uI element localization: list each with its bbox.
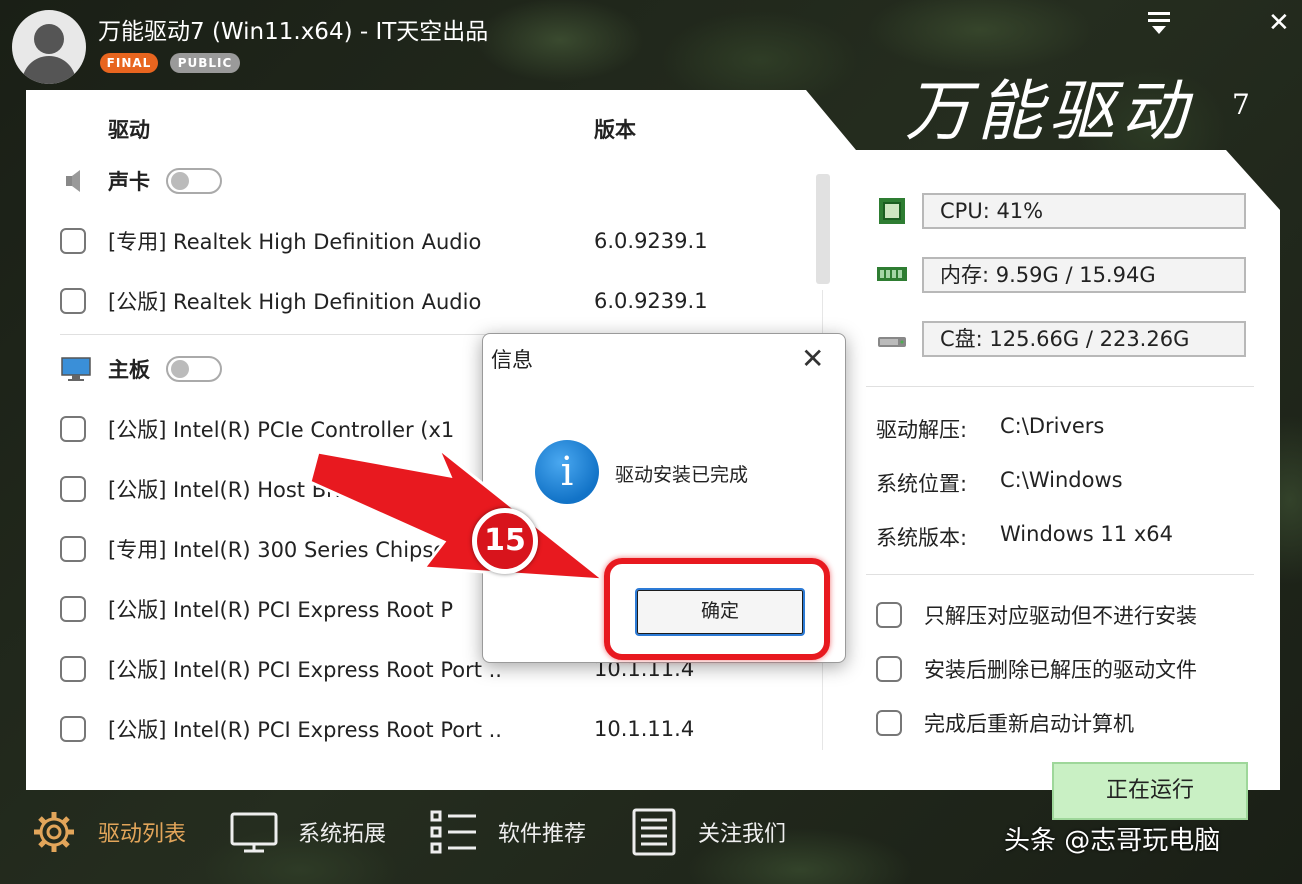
driver-list-scrollbar[interactable]: [816, 174, 830, 284]
public-badge: PUBLIC: [170, 53, 240, 73]
driver-checkbox[interactable]: [60, 536, 86, 562]
section-label: 主板: [108, 358, 150, 382]
nav-label: 驱动列表: [98, 822, 187, 847]
driver-checkbox[interactable]: [60, 716, 86, 742]
user-avatar[interactable]: [12, 10, 86, 84]
extract-path-label: 驱动解压:: [876, 418, 968, 442]
sound-card-toggle[interactable]: [166, 168, 222, 194]
nav-label: 软件推荐: [498, 822, 587, 847]
annotation-highlight-box: [604, 558, 830, 660]
info-divider: [866, 386, 1254, 387]
section-motherboard: 主板: [60, 354, 222, 384]
system-version-value: Windows 11 x64: [1000, 522, 1173, 546]
nav-system-extend[interactable]: 系统拓展: [230, 806, 386, 858]
nav-label: 关注我们: [698, 822, 787, 847]
section-label: 声卡: [108, 170, 150, 194]
option-checkbox[interactable]: [876, 710, 902, 736]
system-location-value: C:\Windows: [1000, 468, 1123, 492]
section-sound-card: 声卡: [60, 166, 222, 196]
final-badge: FINAL: [100, 53, 158, 73]
driver-version: 6.0.9239.1: [594, 289, 708, 313]
motherboard-toggle[interactable]: [166, 356, 222, 382]
memory-icon: [876, 262, 908, 290]
memory-usage: 内存: 9.59G / 15.94G: [922, 257, 1246, 293]
option-delete-after-install[interactable]: 安装后删除已解压的驱动文件: [876, 654, 1197, 684]
disk-usage: C盘: 125.66G / 223.26G: [922, 321, 1246, 357]
nav-label: 系统拓展: [298, 822, 387, 847]
column-header-version: 版本: [594, 118, 636, 142]
extract-path-value[interactable]: C:\Drivers: [1000, 414, 1104, 438]
dialog-close-icon[interactable]: ✕: [801, 342, 824, 375]
driver-name: [专用] Realtek High Definition Audio: [108, 230, 482, 254]
option-restart-after[interactable]: 完成后重新启动计算机: [876, 708, 1134, 738]
app-logo: 万能驱动: [905, 73, 1193, 150]
nav-software-recommend[interactable]: 软件推荐: [430, 806, 586, 858]
menu-icon[interactable]: [1148, 12, 1170, 38]
driver-checkbox[interactable]: [60, 596, 86, 622]
monitor-icon: [230, 808, 278, 856]
dialog-title: 信息: [491, 348, 533, 372]
driver-checkbox[interactable]: [60, 656, 86, 682]
watermark: 头条 @志哥玩电脑: [1004, 826, 1221, 856]
driver-name: [公版] Realtek High Definition Audio: [108, 290, 482, 314]
monitor-icon: [60, 356, 94, 382]
option-label: 只解压对应驱动但不进行安装: [924, 604, 1197, 628]
driver-row[interactable]: [公版] Realtek High Definition Audio 6.0.9…: [60, 286, 708, 316]
disk-icon: [876, 328, 908, 356]
driver-version: 10.1.11.4: [594, 717, 695, 741]
options-divider: [866, 574, 1254, 575]
driver-checkbox[interactable]: [60, 288, 86, 314]
option-label: 安装后删除已解压的驱动文件: [924, 658, 1197, 682]
annotation-arrow: [308, 446, 609, 582]
option-checkbox[interactable]: [876, 656, 902, 682]
column-header-driver: 驱动: [108, 118, 150, 142]
driver-row[interactable]: [专用] Realtek High Definition Audio 6.0.9…: [60, 226, 708, 256]
run-button[interactable]: 正在运行: [1052, 762, 1248, 820]
nav-follow-us[interactable]: 关注我们: [630, 806, 786, 858]
option-label: 完成后重新启动计算机: [924, 712, 1134, 736]
app-title: 万能驱动7 (Win11.x64) - IT天空出品: [98, 19, 489, 45]
cpu-icon: [876, 196, 908, 224]
driver-name: [公版] Intel(R) PCI Express Root Port ..: [108, 718, 502, 742]
driver-checkbox[interactable]: [60, 476, 86, 502]
gear-icon: [30, 808, 78, 856]
app-logo-version: 7: [1232, 88, 1250, 121]
list-icon: [430, 808, 478, 856]
system-version-label: 系统版本:: [876, 526, 968, 550]
system-location-label: 系统位置:: [876, 472, 968, 496]
driver-checkbox[interactable]: [60, 416, 86, 442]
option-checkbox[interactable]: [876, 602, 902, 628]
nav-driver-list[interactable]: 驱动列表: [30, 806, 186, 858]
speaker-icon: [60, 168, 94, 194]
cpu-usage: CPU: 41%: [922, 193, 1246, 229]
driver-checkbox[interactable]: [60, 228, 86, 254]
document-icon: [630, 808, 678, 856]
driver-version: 6.0.9239.1: [594, 229, 708, 253]
close-icon[interactable]: ✕: [1268, 8, 1290, 38]
driver-row[interactable]: [公版] Intel(R) PCI Express Root Port .. 1…: [60, 714, 694, 744]
option-extract-only[interactable]: 只解压对应驱动但不进行安装: [876, 600, 1197, 630]
step-number-badge: 15: [472, 508, 538, 574]
